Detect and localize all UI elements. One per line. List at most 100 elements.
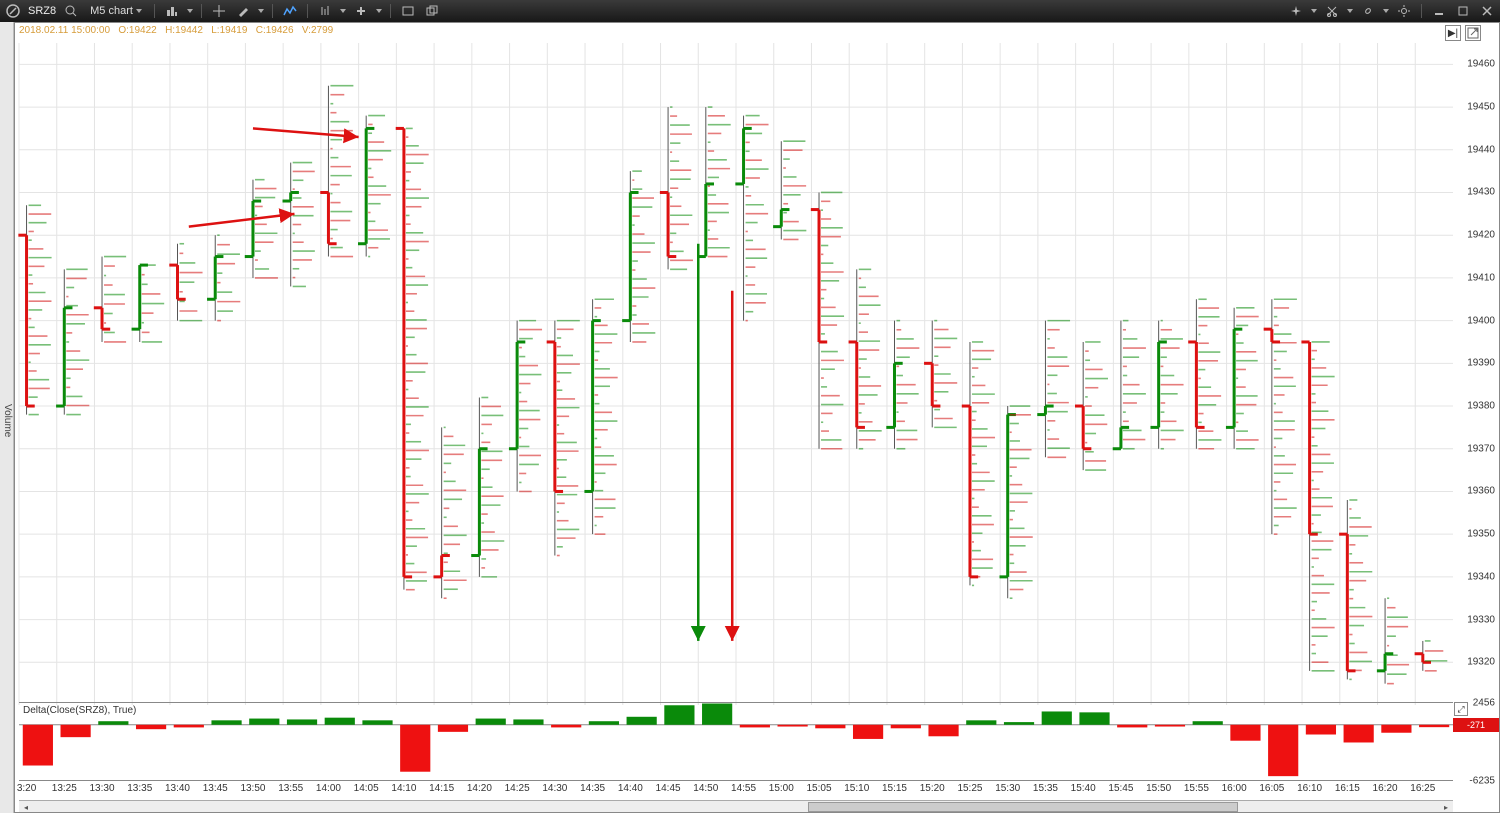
time-tick: 15:20 (920, 783, 945, 794)
price-tick: 19370 (1467, 443, 1495, 454)
symbol-label[interactable]: SRZ8 (28, 5, 56, 17)
price-tick: 19410 (1467, 272, 1495, 283)
side-tabs: Volume▸ Trades▸ Time▸ Bid x Ask▸ Delta▸ (0, 22, 14, 813)
time-tick: 14:15 (429, 783, 454, 794)
indicator-icon[interactable] (281, 2, 299, 20)
horizontal-scrollbar[interactable]: ◂ ▸ (19, 800, 1453, 812)
scroll-right-icon[interactable]: ▸ (1439, 801, 1453, 813)
price-tick: 19350 (1467, 529, 1495, 540)
delta-tick: 2456 (1473, 698, 1495, 709)
price-tick: 19320 (1467, 657, 1495, 668)
price-tick: 19460 (1467, 59, 1495, 70)
link-icon[interactable] (1359, 2, 1377, 20)
time-tick: 13:55 (278, 783, 303, 794)
price-chart[interactable] (19, 43, 1453, 705)
plus-icon[interactable] (352, 2, 370, 20)
top-toolbar: SRZ8 M5 chart (0, 0, 1500, 22)
chevron-down-icon (136, 9, 142, 13)
price-tick: 19420 (1467, 230, 1495, 241)
time-tick: 15:45 (1108, 783, 1133, 794)
step-forward-icon[interactable]: ▶| (1445, 25, 1461, 41)
chart-type-icon[interactable] (163, 2, 181, 20)
chevron-down-icon[interactable] (1383, 9, 1389, 13)
time-tick: 15:05 (807, 783, 832, 794)
price-tick: 19390 (1467, 358, 1495, 369)
delta-chart (19, 703, 1453, 780)
minimize-icon[interactable] (1430, 2, 1448, 20)
price-tick: 19400 (1467, 315, 1495, 326)
time-tick: 3:20 (17, 783, 36, 794)
time-tick: 15:30 (995, 783, 1020, 794)
price-tick: 19330 (1467, 614, 1495, 625)
crosshair-icon[interactable] (210, 2, 228, 20)
time-tick: 15:15 (882, 783, 907, 794)
time-tick: 15:25 (957, 783, 982, 794)
time-tick: 16:00 (1222, 783, 1247, 794)
price-tick: 19340 (1467, 571, 1495, 582)
popout-icon[interactable] (1465, 25, 1481, 41)
expand-icon[interactable]: ⤢ (1454, 702, 1468, 716)
bars-icon[interactable] (316, 2, 334, 20)
chevron-down-icon[interactable] (258, 9, 264, 13)
time-tick: 16:25 (1410, 783, 1435, 794)
price-tick: 19360 (1467, 486, 1495, 497)
cut-icon[interactable] (1323, 2, 1341, 20)
close-icon[interactable] (1478, 2, 1496, 20)
delta-panel[interactable]: Delta(Close(SRZ8), True) -62352456 -271 … (19, 702, 1453, 780)
time-tick: 14:45 (656, 783, 681, 794)
scroll-left-icon[interactable]: ◂ (19, 801, 33, 813)
maximize-icon[interactable] (1454, 2, 1472, 20)
time-tick: 14:00 (316, 783, 341, 794)
chevron-down-icon[interactable] (340, 9, 346, 13)
chart-panel: 2018.02.11 15:00:00 O:19422 H:19442 L:19… (14, 22, 1500, 813)
time-tick: 14:55 (731, 783, 756, 794)
time-tick: 14:20 (467, 783, 492, 794)
time-tick: 15:00 (769, 783, 794, 794)
layers-icon[interactable] (423, 2, 441, 20)
time-tick: 13:30 (90, 783, 115, 794)
time-tick: 13:40 (165, 783, 190, 794)
chevron-down-icon[interactable] (187, 9, 193, 13)
time-tick: 13:45 (203, 783, 228, 794)
chevron-down-icon[interactable] (1311, 9, 1317, 13)
time-tick: 15:50 (1146, 783, 1171, 794)
time-tick: 16:15 (1335, 783, 1360, 794)
time-tick: 15:55 (1184, 783, 1209, 794)
time-tick: 13:35 (127, 783, 152, 794)
time-tick: 14:25 (505, 783, 530, 794)
time-tick: 14:40 (618, 783, 643, 794)
ohlc-readout: 2018.02.11 15:00:00 O:19422 H:19442 L:19… (19, 25, 333, 36)
price-yaxis[interactable]: 19320 19330 19340 19350 19360 19370 19380 19390… (1453, 43, 1499, 705)
timeframe-dropdown[interactable]: M5 chart (86, 5, 146, 17)
price-tick: 19450 (1467, 102, 1495, 113)
time-tick: 15:40 (1071, 783, 1096, 794)
delta-title: Delta(Close(SRZ8), True) (21, 705, 138, 716)
time-tick: 16:05 (1259, 783, 1284, 794)
timeframe-label: M5 chart (90, 5, 133, 17)
time-tick: 13:25 (52, 783, 77, 794)
time-tick: 16:10 (1297, 783, 1322, 794)
chevron-down-icon[interactable] (1347, 9, 1353, 13)
price-tick: 19380 (1467, 401, 1495, 412)
window-icon[interactable] (399, 2, 417, 20)
time-tick: 14:10 (391, 783, 416, 794)
magic-icon[interactable] (1287, 2, 1305, 20)
time-tick: 14:50 (693, 783, 718, 794)
delta-tick: -6235 (1469, 776, 1495, 787)
app-logo-icon[interactable] (4, 2, 22, 20)
time-xaxis[interactable]: 3:20 13:25 13:30 13:35 13:40 13:45 13:50 13:55 1… (19, 780, 1453, 800)
time-tick: 14:35 (580, 783, 605, 794)
pencil-icon[interactable] (234, 2, 252, 20)
sidetab-volume[interactable]: Volume (2, 404, 13, 437)
time-tick: 13:50 (240, 783, 265, 794)
chevron-down-icon[interactable] (376, 9, 382, 13)
scrollbar-thumb[interactable] (808, 802, 1238, 812)
time-tick: 15:35 (1033, 783, 1058, 794)
gear-icon[interactable] (1395, 2, 1413, 20)
time-tick: 15:10 (844, 783, 869, 794)
search-icon[interactable] (62, 2, 80, 20)
delta-current-flag: -271 (1453, 718, 1499, 732)
time-tick: 16:20 (1373, 783, 1398, 794)
time-tick: 14:30 (542, 783, 567, 794)
price-tick: 19430 (1467, 187, 1495, 198)
